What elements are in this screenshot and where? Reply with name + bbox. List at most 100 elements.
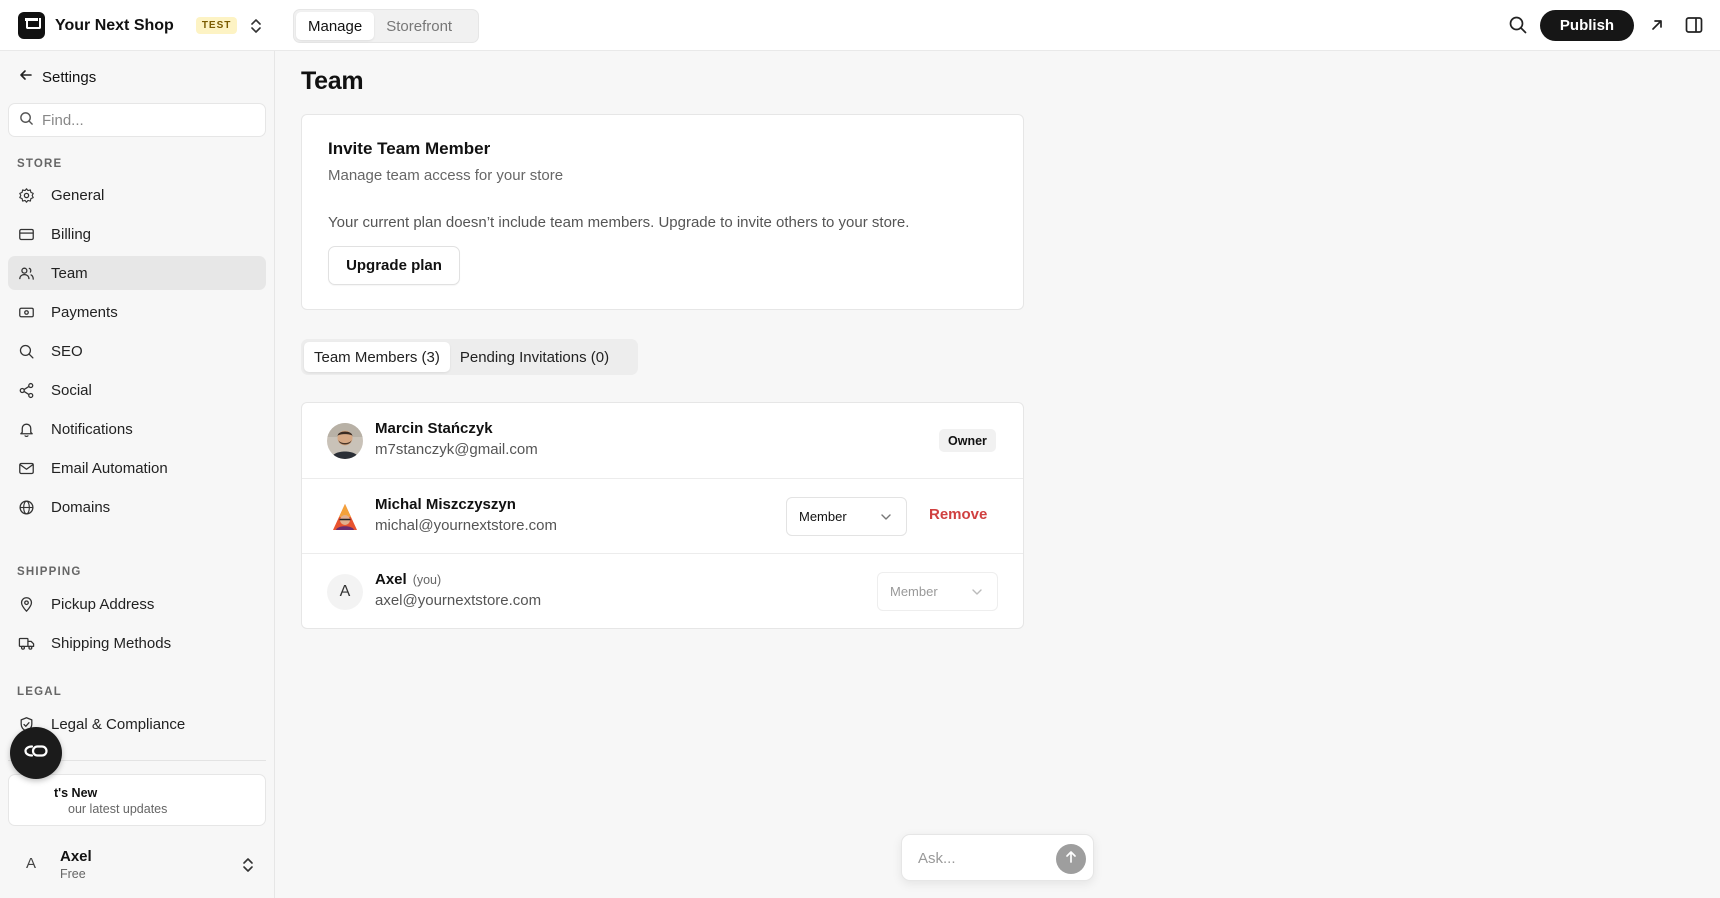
invite-card: Invite Team Member Manage team access fo… [301, 114, 1024, 310]
sidebar-item-label: Team [51, 264, 88, 282]
section-title-legal: LEGAL [17, 686, 62, 698]
remove-member-button[interactable]: Remove [929, 506, 987, 523]
sidebar-item-general[interactable]: General [8, 178, 266, 212]
sidebar-item-label: Email Automation [51, 459, 168, 477]
user-switcher[interactable]: A Axel Free [0, 841, 275, 891]
avatar [327, 423, 363, 459]
sidebar-item-label: Legal & Compliance [51, 715, 186, 733]
sidebar-item-seo[interactable]: SEO [8, 334, 266, 368]
arrow-left-icon [18, 67, 34, 87]
sidebar-item-domains[interactable]: Domains [8, 490, 266, 524]
sidebar-item-label: Payments [51, 303, 118, 321]
members-tabs: Team Members (3) Pending Invitations (0) [301, 339, 638, 375]
member-name: Axel (you) [375, 571, 441, 588]
sidebar-item-label: Pickup Address [51, 595, 155, 613]
sidebar-item-pickup-address[interactable]: Pickup Address [8, 587, 266, 621]
bell-icon [17, 420, 35, 438]
role-select-value: Member [890, 584, 938, 599]
chevrons-up-down-icon [249, 17, 263, 35]
sidebar-item-team[interactable]: Team [8, 256, 266, 290]
whats-new-subtitle: our latest updates [68, 802, 168, 816]
sidebar-item-billing[interactable]: Billing [8, 217, 266, 251]
ask-input[interactable]: Ask... [901, 834, 1094, 881]
share-icon [17, 381, 35, 399]
arrow-up-icon [1064, 850, 1078, 868]
card-icon [17, 225, 35, 243]
truck-icon [17, 634, 35, 652]
sidebar-item-label: SEO [51, 342, 83, 360]
top-bar: Your Next Shop TEST Manage Storefront Pu… [0, 0, 1720, 51]
users-icon [17, 264, 35, 282]
members-list: Marcin Stańczyk m7stanczyk@gmail.com Own… [301, 402, 1024, 629]
sidebar-item-email-automation[interactable]: Email Automation [8, 451, 266, 485]
sidebar-item-shipping-methods[interactable]: Shipping Methods [8, 626, 266, 660]
search-icon [17, 342, 35, 360]
sidebar-item-label: Shipping Methods [51, 634, 172, 652]
role-select[interactable]: Member [786, 497, 907, 536]
sidebar-item-label: Domains [51, 498, 111, 516]
map-pin-icon [17, 595, 35, 613]
external-link-icon[interactable] [1647, 15, 1667, 35]
list-item: A Axel (you) axel@yournextstore.com Membe… [302, 553, 1023, 628]
sidebar-item-payments[interactable]: Payments [8, 295, 266, 329]
tab-team-members[interactable]: Team Members (3) [304, 342, 450, 372]
shop-name: Your Next Shop [55, 16, 174, 34]
avatar [327, 499, 363, 535]
list-item: Marcin Stańczyk m7stanczyk@gmail.com Own… [302, 403, 1023, 478]
section-title-shipping: SHIPPING [17, 566, 82, 578]
chevron-down-icon [971, 586, 983, 601]
mail-icon [17, 459, 35, 477]
invite-title: Invite Team Member [328, 139, 491, 158]
globe-icon [17, 498, 35, 516]
user-plan: Free [60, 867, 86, 881]
tab-manage[interactable]: Manage [296, 12, 375, 40]
avatar: A [327, 574, 363, 610]
banknote-icon [17, 303, 35, 321]
assistant-launcher-button[interactable] [10, 727, 62, 779]
find-placeholder: Find... [42, 111, 84, 129]
section-title-store: STORE [17, 158, 63, 170]
member-name: Michal Miszczyszyn [375, 496, 516, 513]
back-to-settings[interactable]: Settings [18, 67, 96, 87]
sidebar-item-label: Social [51, 381, 92, 399]
plan-limit-message: Your current plan doesn’t include team m… [328, 214, 910, 231]
whats-new-title: t's New [54, 786, 98, 800]
tab-storefront[interactable]: Storefront [374, 12, 464, 40]
list-item: Michal Miszczyszyn michal@yournextstore.… [302, 478, 1023, 553]
sidebar-item-label: Billing [51, 225, 92, 243]
member-email: m7stanczyk@gmail.com [375, 441, 538, 458]
upgrade-plan-button[interactable]: Upgrade plan [328, 246, 460, 285]
whats-new-card[interactable]: t's New our latest updates [8, 774, 266, 826]
avatar: A [26, 855, 37, 872]
member-name-text: Axel [375, 571, 407, 588]
invite-subtitle: Manage team access for your store [328, 167, 564, 184]
role-select-disabled: Member [877, 572, 998, 611]
tab-pending-invitations[interactable]: Pending Invitations (0) [450, 342, 619, 372]
page-title: Team [301, 67, 364, 95]
sidebar-item-label: Notifications [51, 420, 133, 438]
panel-toggle-icon[interactable] [1684, 15, 1704, 35]
user-name: Axel [60, 848, 92, 865]
role-select-value: Member [799, 509, 847, 524]
member-email: axel@yournextstore.com [375, 592, 542, 609]
send-button[interactable] [1056, 844, 1086, 874]
chevron-down-icon [880, 511, 892, 526]
shop-logo-icon [18, 12, 45, 39]
mode-switch: Manage Storefront [293, 9, 479, 43]
sidebar-item-notifications[interactable]: Notifications [8, 412, 266, 446]
shop-switcher[interactable]: Your Next Shop TEST [18, 12, 263, 39]
publish-button[interactable]: Publish [1540, 10, 1634, 41]
gear-icon [17, 186, 35, 204]
member-name: Marcin Stańczyk [375, 420, 493, 437]
find-input[interactable]: Find... [8, 103, 266, 137]
ask-placeholder: Ask... [918, 850, 956, 867]
sidebar-item-social[interactable]: Social [8, 373, 266, 407]
assistant-logo-icon [22, 743, 50, 763]
chevrons-up-down-icon [241, 856, 255, 878]
you-label: (you) [412, 573, 442, 587]
owner-badge: Owner [939, 429, 996, 452]
search-icon[interactable] [1508, 15, 1528, 35]
search-icon [19, 111, 34, 130]
back-label: Settings [42, 68, 97, 86]
member-email: michal@yournextstore.com [375, 517, 557, 534]
